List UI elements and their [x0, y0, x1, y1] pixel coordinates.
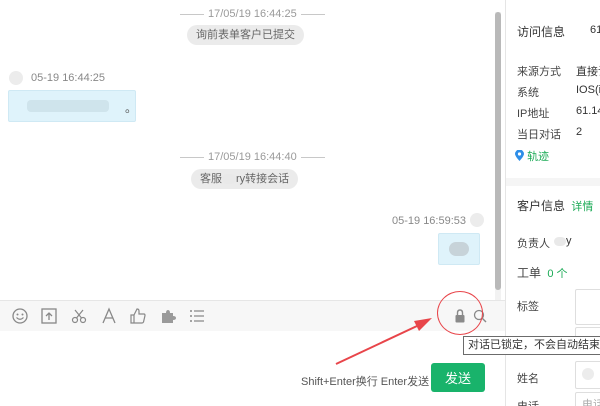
- owner-name: y: [566, 235, 572, 247]
- name-avatar: [582, 368, 594, 380]
- redacted-text: [222, 174, 236, 185]
- customer-info-card: 客户信息 详情 负责人 y 工单 0 个 标签 姓名 电话 电话: [506, 186, 600, 406]
- font-icon[interactable]: [100, 307, 118, 325]
- system-notice: 询前表单客户已提交: [187, 25, 304, 45]
- separator-time: 17/05/19 16:44:25: [208, 8, 297, 20]
- puzzle-icon[interactable]: [159, 307, 177, 325]
- name-field[interactable]: [575, 361, 600, 389]
- scrollbar-thumb[interactable]: [495, 12, 501, 290]
- detail-link[interactable]: 详情: [571, 201, 593, 213]
- tag-field[interactable]: [575, 289, 600, 325]
- emoji-icon[interactable]: [11, 307, 29, 325]
- ip-label: IP地址: [517, 108, 550, 120]
- customer-info-title: 客户信息 详情: [517, 197, 593, 214]
- system-value: IOS(ip: [576, 84, 600, 96]
- visit-info-card: 访问信息 61 来源方式 直接访 系统 IOS(ip IP地址 61.14 当日…: [506, 0, 600, 178]
- phone-placeholder: 电话: [582, 399, 600, 406]
- send-button[interactable]: 发送: [431, 363, 485, 392]
- time-separator: 17/05/19 16:44:25: [176, 8, 329, 20]
- redacted-text: [449, 242, 469, 256]
- today-label: 当日对话: [517, 129, 561, 141]
- owner-label: 负责人: [517, 238, 550, 250]
- thumbs-up-icon[interactable]: [129, 307, 147, 325]
- phone-field[interactable]: 电话: [575, 392, 600, 406]
- agent-avatar: [470, 213, 484, 227]
- customer-title-text: 客户信息: [517, 199, 566, 213]
- ticket-count[interactable]: 0 个: [547, 268, 567, 280]
- redacted-text: [554, 236, 566, 246]
- system-notice: 客服 ry转接会话: [191, 169, 299, 189]
- message-time: 05-19 16:44:25: [31, 72, 106, 84]
- owner-value: y: [554, 235, 572, 247]
- ip-value: 61.14: [576, 105, 600, 117]
- visit-info-title: 访问信息: [517, 25, 566, 39]
- lock-tooltip: 对话已锁定，不会自动结束。: [463, 336, 600, 355]
- agent-message-bubble: [438, 233, 480, 265]
- tag-label: 标签: [517, 301, 539, 313]
- list-icon[interactable]: [188, 307, 206, 325]
- message-text: 。: [125, 101, 138, 115]
- ticket-title: 工单: [517, 266, 542, 280]
- message-time: 05-19 16:59:53: [392, 215, 467, 227]
- chat-scrollbar[interactable]: [495, 12, 501, 300]
- notice-text: 客服: [200, 173, 222, 185]
- visitor-message-bubble: 。: [8, 90, 138, 122]
- scissors-icon[interactable]: [70, 307, 88, 325]
- today-value: 2: [576, 126, 583, 138]
- track-link[interactable]: 轨迹: [515, 148, 549, 164]
- system-label: 系统: [517, 87, 539, 99]
- time-separator: 17/05/19 16:44:40: [176, 151, 329, 163]
- annotation-circle: [437, 291, 483, 335]
- send-hint: Shift+Enter换行 Enter发送: [301, 376, 430, 388]
- location-pin-icon: [515, 149, 524, 163]
- phone-label: 电话: [517, 398, 539, 406]
- separator-time: 17/05/19 16:44:40: [208, 151, 297, 163]
- source-value: 直接访: [576, 66, 600, 78]
- chat-area: 17/05/19 16:44:25 询前表单客户已提交 05-19 16:44:…: [0, 0, 495, 300]
- upload-icon[interactable]: [40, 307, 58, 325]
- message-input[interactable]: [0, 331, 505, 406]
- notice-text: ry转接会话: [236, 173, 290, 185]
- source-label: 来源方式: [517, 66, 561, 78]
- name-label: 姓名: [517, 373, 539, 385]
- ticket-label: 工单 0 个: [517, 264, 568, 281]
- visitor-avatar: [9, 71, 23, 85]
- track-label: 轨迹: [527, 151, 550, 163]
- visit-id: 61: [590, 24, 600, 36]
- chat-toolbar: [0, 300, 505, 331]
- redacted-text: [27, 100, 109, 112]
